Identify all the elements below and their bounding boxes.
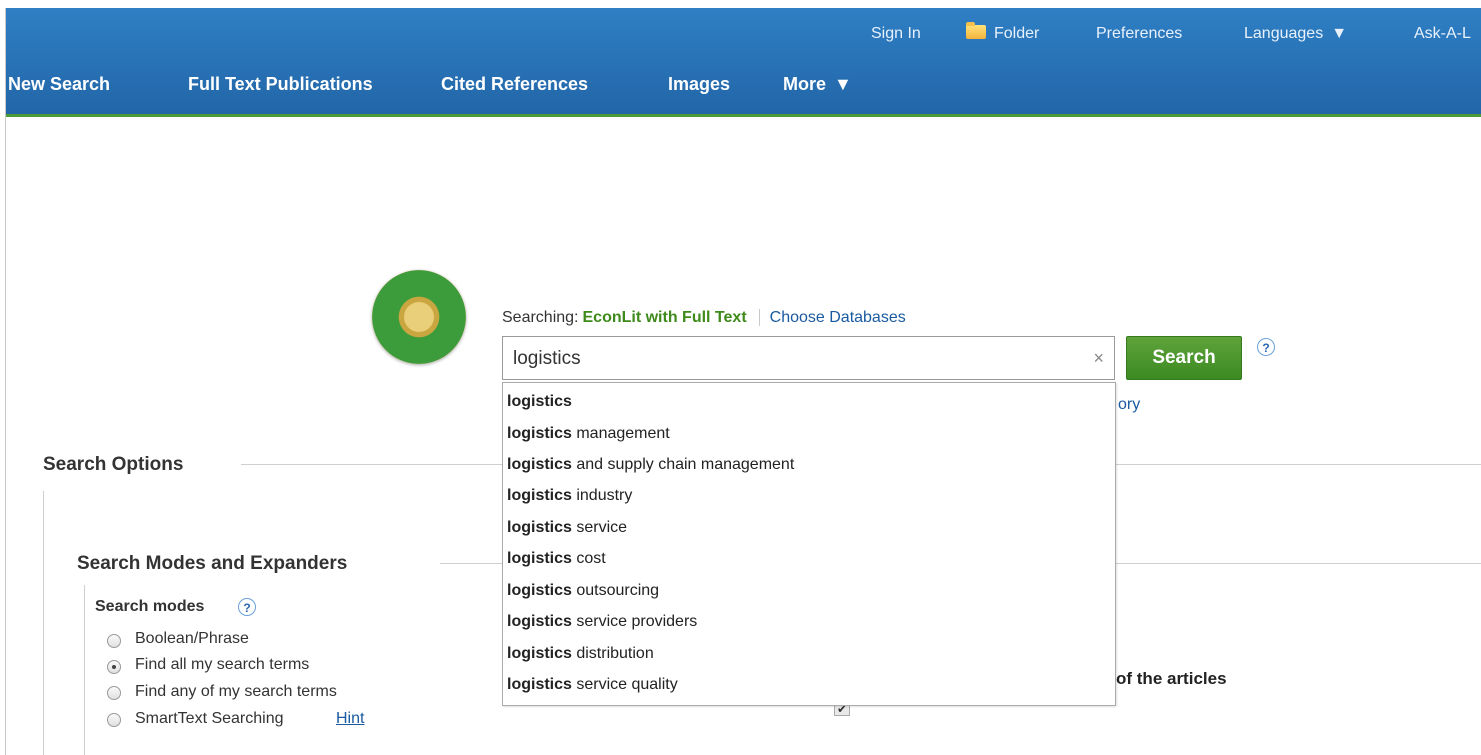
divider [758,309,760,327]
help-icon[interactable]: ? [238,598,256,616]
database-name: EconLit with Full Text [582,309,747,326]
institution-logo [372,270,466,364]
frame-left-border [5,8,6,755]
search-box: × [502,336,1115,381]
search-history-link-partial[interactable]: ory [1118,396,1140,414]
hint-link[interactable]: Hint [336,710,364,728]
suggestion-item[interactable]: logistics service [507,519,627,543]
search-modes-label: Search modes [95,598,205,615]
main-navigation: New Search Full Text Publications Cited … [0,74,1481,98]
search-options-title: Search Options [43,454,184,475]
expander-label-partial: of the articles [1116,669,1227,688]
nav-more-label: More [783,74,827,94]
divider [43,491,44,755]
ask-a-librarian-link[interactable]: Ask-A-L [1414,25,1471,43]
suggestion-item[interactable]: logistics and supply chain management [507,456,794,480]
folder-icon[interactable] [966,22,986,39]
nav-full-text-publications[interactable]: Full Text Publications [188,74,373,95]
search-modes-expanders-title: Search Modes and Expanders [77,553,348,574]
languages-label: Languages [1244,25,1324,42]
languages-menu[interactable]: Languages ▼ [1244,25,1347,43]
help-icon[interactable]: ? [1257,338,1275,356]
smarttext-label: SmartText Searching [135,710,284,727]
autocomplete-dropdown: logistics logistics management logistics… [502,382,1116,706]
suggestion-item[interactable]: logistics outsourcing [507,582,659,606]
suggestion-item[interactable]: logistics cost [507,550,606,574]
frame-top [0,0,1481,8]
searching-line: Searching: EconLit with Full Text Choose D… [502,309,906,327]
nav-images[interactable]: Images [668,74,730,95]
radio-find-all-terms[interactable] [107,660,121,674]
suggestion-item[interactable]: logistics industry [507,487,632,511]
suggestion-item[interactable]: logistics [507,393,572,417]
search-input[interactable] [511,337,1075,381]
choose-databases-link[interactable]: Choose Databases [770,309,906,326]
sign-in-link[interactable]: Sign In [871,25,921,43]
suggestion-item[interactable]: logistics management [507,425,670,449]
radio-smarttext[interactable] [107,713,121,727]
radio-boolean-phrase[interactable] [107,634,121,648]
radio-find-any-terms[interactable] [107,686,121,700]
nav-more-menu[interactable]: More ▼ [783,74,852,95]
nav-new-search[interactable]: New Search [8,74,110,95]
chevron-down-icon: ▼ [1331,25,1348,42]
nav-cited-references[interactable]: Cited References [441,74,588,95]
search-button[interactable]: Search [1126,336,1242,380]
preferences-link[interactable]: Preferences [1096,25,1182,43]
suggestion-item[interactable]: logistics service providers [507,613,697,637]
top-utility-links: Sign In Folder Preferences Languages ▼ As… [0,22,1481,45]
chevron-down-icon: ▼ [834,74,852,94]
suggestion-item[interactable]: logistics service quality [507,676,678,700]
suggestion-item[interactable]: logistics distribution [507,645,654,669]
searching-label: Searching: [502,309,579,326]
clear-search-icon[interactable]: × [1093,348,1104,369]
find-any-terms-label: Find any of my search terms [135,683,337,700]
boolean-phrase-label: Boolean/Phrase [135,630,249,647]
folder-link[interactable]: Folder [994,25,1039,43]
divider [84,585,85,755]
find-all-terms-label: Find all my search terms [135,656,310,673]
